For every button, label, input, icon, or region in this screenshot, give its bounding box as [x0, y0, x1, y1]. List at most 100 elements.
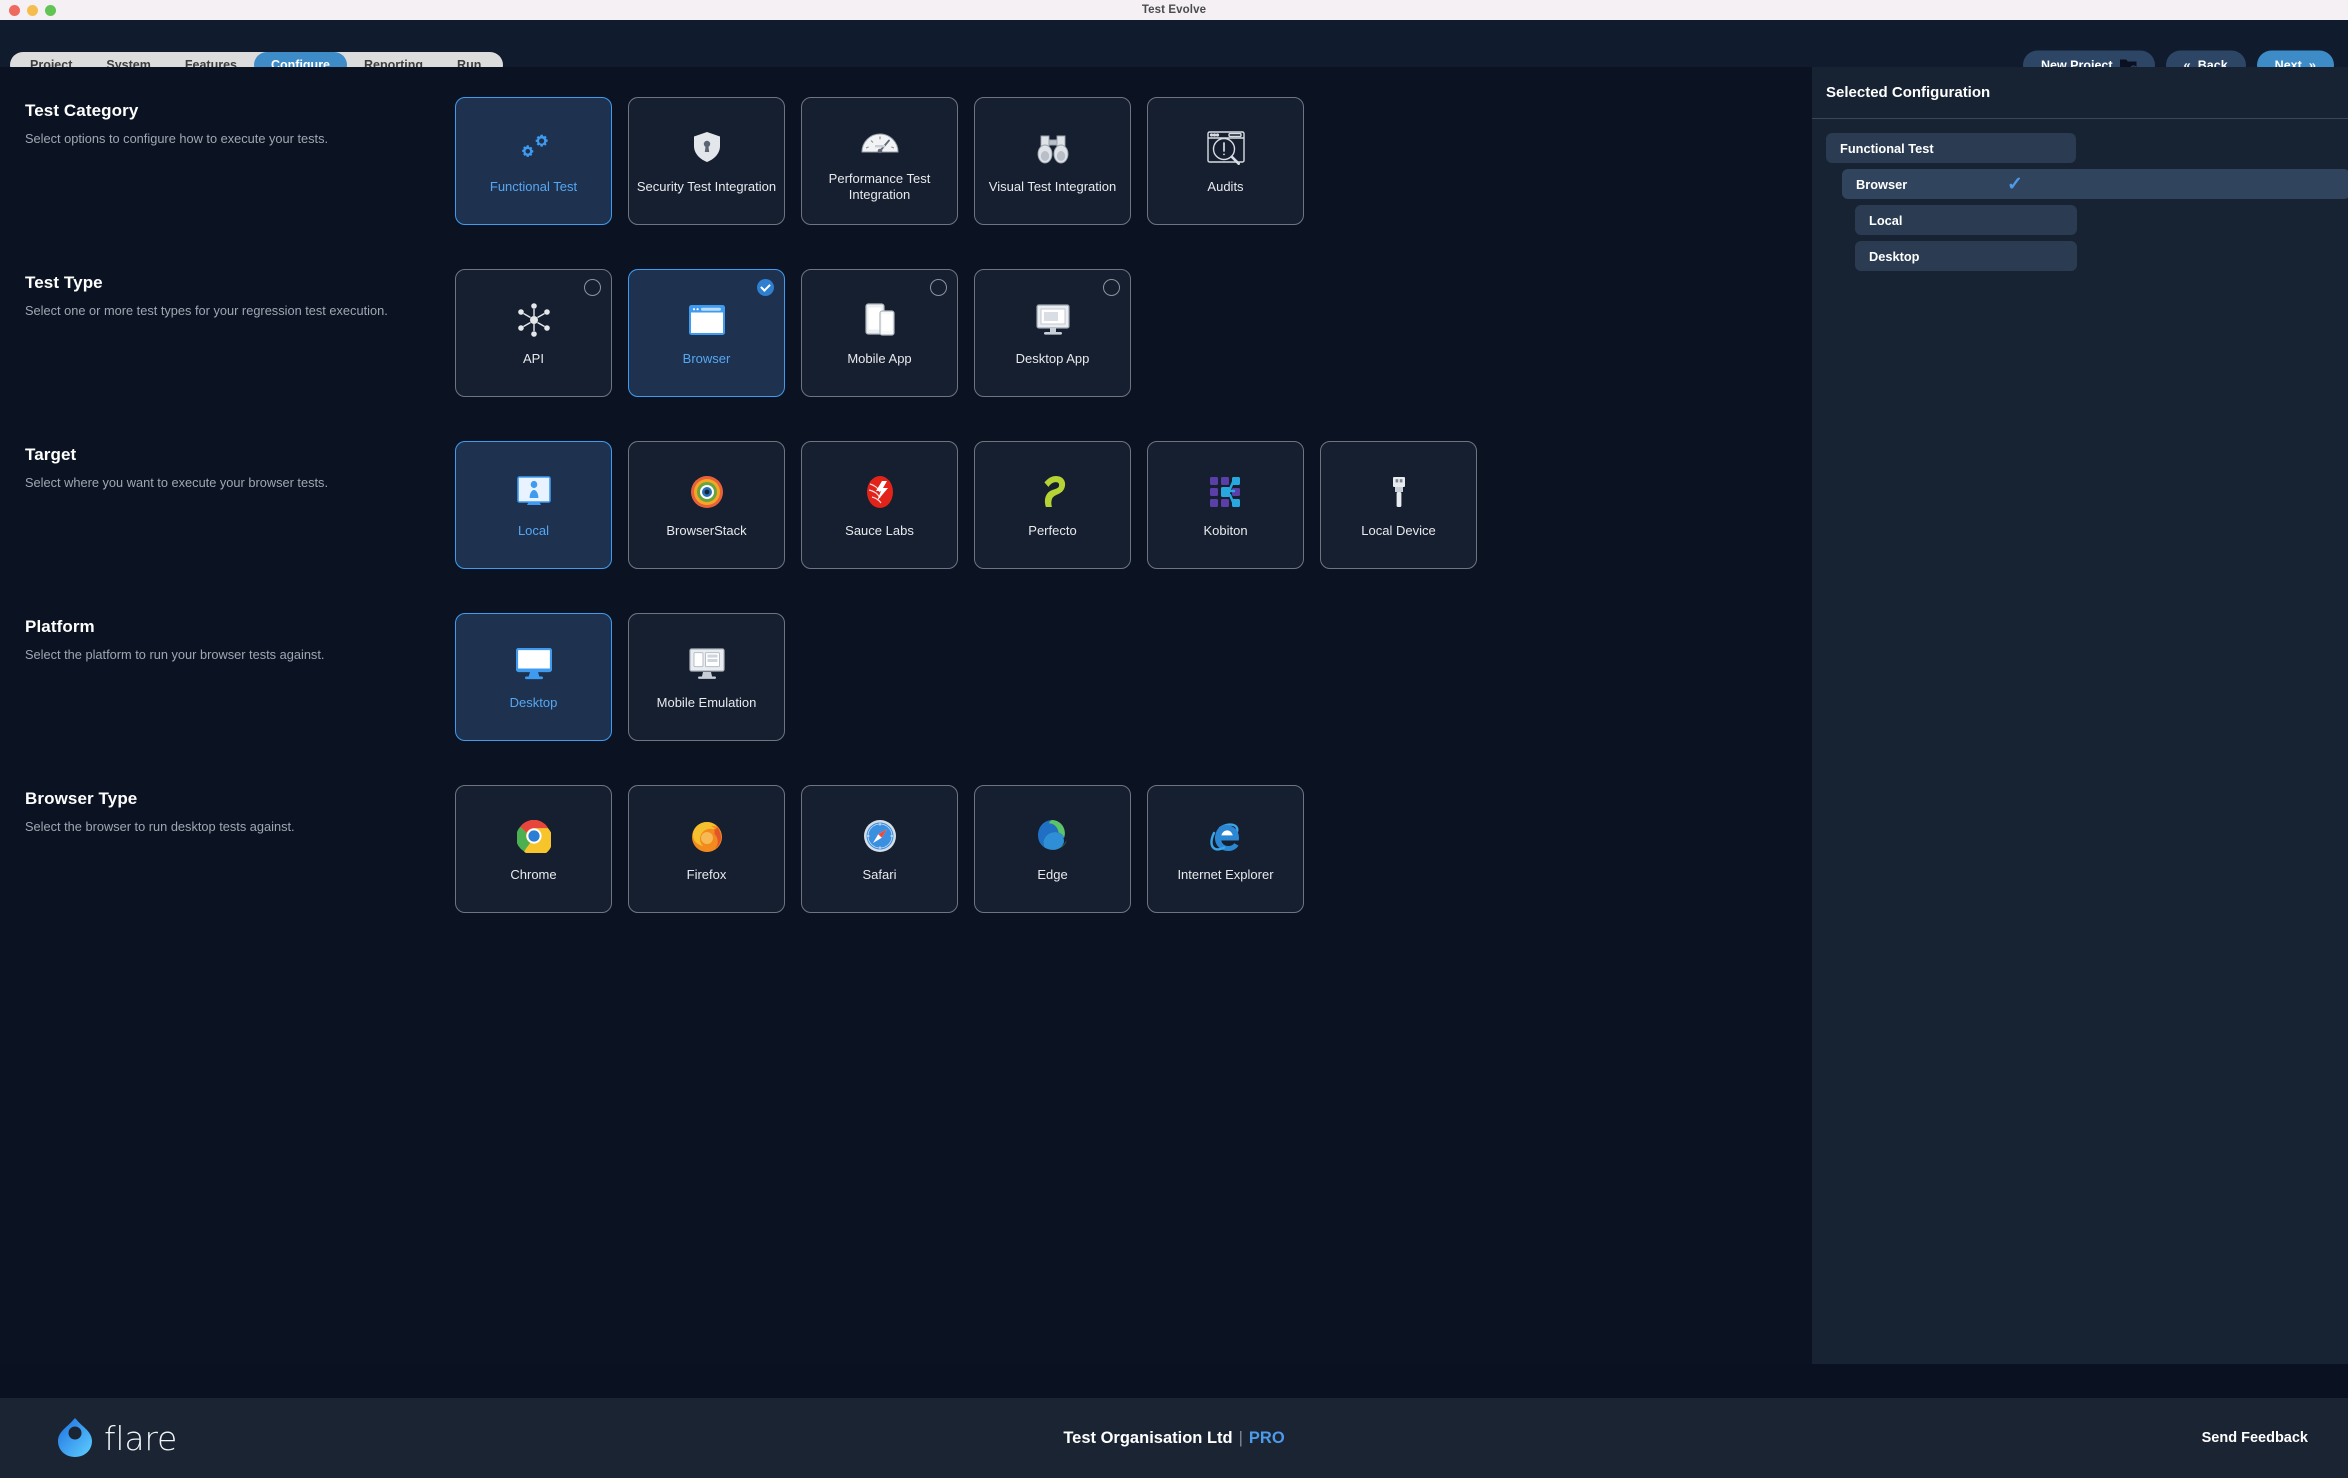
tile-edge[interactable]: Edge	[974, 785, 1131, 913]
stage-footer-gap	[0, 1364, 2348, 1398]
config-row-label: Local	[1869, 212, 1903, 228]
section-subtitle: Select one or more test types for your r…	[25, 303, 388, 318]
window-titlebar: Test Evolve	[0, 0, 2348, 20]
footer-separator: |	[1238, 1428, 1243, 1447]
tile-label: Sauce Labs	[845, 522, 914, 538]
chrome-icon	[516, 815, 551, 857]
tile-perfecto[interactable]: Perfecto	[974, 441, 1131, 569]
tile-group-test-category: Functional Test Security Test Integratio…	[455, 97, 1304, 225]
tile-label: Edge	[1037, 866, 1068, 882]
tile-mobile-app[interactable]: Mobile App	[801, 269, 958, 397]
mobile-emulation-icon	[688, 643, 725, 685]
tile-label: API	[523, 350, 544, 366]
local-machine-icon	[516, 471, 551, 513]
tile-kobiton[interactable]: Kobiton	[1147, 441, 1304, 569]
tile-local[interactable]: Local	[455, 441, 612, 569]
tile-label: Safari	[862, 866, 897, 882]
section-description-test-category: Test Category Select options to configure…	[25, 97, 455, 225]
firefox-icon	[690, 815, 724, 857]
section-test-category: Test Category Select options to configure…	[0, 97, 1812, 225]
tile-label: Perfecto	[1028, 522, 1077, 538]
edge-icon	[1036, 815, 1070, 857]
config-row-desktop[interactable]: Desktop	[1855, 241, 2077, 271]
tile-performance-test-integration[interactable]: Performance Test Integration	[801, 97, 958, 225]
tile-desktop-app[interactable]: Desktop App	[974, 269, 1131, 397]
tile-label: Mobile Emulation	[656, 694, 757, 710]
section-description-test-type: Test Type Select one or more test types f…	[25, 269, 455, 397]
tile-label: Desktop	[509, 694, 558, 710]
tile-sauce-labs[interactable]: Sauce Labs	[801, 441, 958, 569]
binoculars-icon	[1036, 127, 1070, 169]
section-title: Test Category	[25, 101, 139, 120]
app-footer: flare Test Organisation Ltd | PRO Send Fee…	[0, 1398, 2348, 1478]
section-browser-type: Browser Type Select the browser to run de…	[0, 785, 1812, 913]
section-description-platform: Platform Select the platform to run your …	[25, 613, 455, 741]
usb-icon	[1388, 471, 1410, 513]
tile-mobile-emulation[interactable]: Mobile Emulation	[628, 613, 785, 741]
tile-safari[interactable]: Safari	[801, 785, 958, 913]
send-feedback-link[interactable]: Send Feedback	[2202, 1430, 2308, 1446]
tile-label: Chrome	[510, 866, 557, 882]
tile-browser[interactable]: Browser	[628, 269, 785, 397]
tile-label: Visual Test Integration	[988, 178, 1117, 194]
config-row-local[interactable]: Local	[1855, 205, 2077, 235]
gears-icon	[517, 127, 551, 169]
tile-label: Mobile App	[847, 350, 912, 366]
radio-unchecked-icon[interactable]	[930, 279, 947, 296]
tile-label: BrowserStack	[666, 522, 747, 538]
tile-browserstack[interactable]: BrowserStack	[628, 441, 785, 569]
tile-visual-test-integration[interactable]: Visual Test Integration	[974, 97, 1131, 225]
organisation-name: Test Organisation Ltd	[1063, 1428, 1233, 1447]
section-title: Browser Type	[25, 789, 138, 808]
tile-local-device[interactable]: Local Device	[1320, 441, 1477, 569]
section-platform: Platform Select the platform to run your …	[0, 613, 1812, 741]
tile-group-platform: Desktop Mobile Emulation	[455, 613, 785, 741]
tile-label: Browser	[682, 350, 731, 366]
tile-desktop[interactable]: Desktop	[455, 613, 612, 741]
section-subtitle: Select options to configure how to execu…	[25, 131, 329, 146]
radio-unchecked-icon[interactable]	[584, 279, 601, 296]
tile-label: Audits	[1207, 178, 1244, 194]
tile-label: Kobiton	[1203, 522, 1248, 538]
tile-api[interactable]: API	[455, 269, 612, 397]
section-title: Platform	[25, 617, 95, 636]
tile-security-test-integration[interactable]: Security Test Integration	[628, 97, 785, 225]
gauge-icon	[860, 119, 900, 161]
desktop-monitor-icon	[1035, 299, 1070, 341]
safari-icon	[863, 815, 897, 857]
internet-explorer-icon	[1209, 815, 1243, 857]
tile-functional-test[interactable]: Functional Test	[455, 97, 612, 225]
tile-chrome[interactable]: Chrome	[455, 785, 612, 913]
tile-group-test-type: API Browser Mobile App Desktop App	[455, 269, 1131, 397]
configure-sections: Test Category Select options to configure…	[0, 67, 1812, 1411]
tile-group-browser-type: Chrome Firefox Safari Edge Internet Expl…	[455, 785, 1304, 913]
section-description-browser-type: Browser Type Select the browser to run de…	[25, 785, 455, 913]
browser-window-icon	[688, 299, 725, 341]
section-target: Target Select where you want to execute y…	[0, 441, 1812, 569]
tile-internet-explorer[interactable]: Internet Explorer	[1147, 785, 1304, 913]
config-row-functional-test[interactable]: Functional Test	[1826, 133, 2076, 163]
config-row-browser[interactable]: Browser ✓	[1842, 169, 2348, 199]
tile-label: Performance Test Integration	[828, 170, 931, 202]
tile-label: Local	[517, 522, 550, 538]
api-network-icon	[516, 299, 552, 341]
kobiton-icon	[1209, 471, 1242, 513]
tile-label: Desktop App	[1015, 350, 1090, 366]
tile-firefox[interactable]: Firefox	[628, 785, 785, 913]
top-navigation-bar: Project System Features Configure Reporting R…	[0, 20, 2348, 80]
section-subtitle: Select the browser to run desktop tests …	[25, 819, 295, 834]
tile-label: Local Device	[1361, 522, 1436, 538]
tile-label: Security Test Integration	[636, 178, 777, 194]
monitor-icon	[515, 643, 552, 685]
perfecto-icon	[1036, 471, 1070, 513]
app-stage: Test Category Select options to configure…	[0, 67, 2348, 1411]
tile-group-target: Local BrowserStack Sauce Labs Perfecto K…	[455, 441, 1477, 569]
section-subtitle: Select where you want to execute your br…	[25, 475, 329, 490]
radio-checked-icon[interactable]	[757, 279, 774, 296]
tile-audits[interactable]: Audits	[1147, 97, 1304, 225]
window-title: Test Evolve	[1141, 4, 1207, 16]
radio-unchecked-icon[interactable]	[1103, 279, 1120, 296]
panel-rows: Functional Test Browser ✓ Local Desktop	[1812, 119, 2348, 271]
check-icon: ✓	[2007, 173, 2023, 195]
section-test-type: Test Type Select one or more test types f…	[0, 269, 1812, 397]
